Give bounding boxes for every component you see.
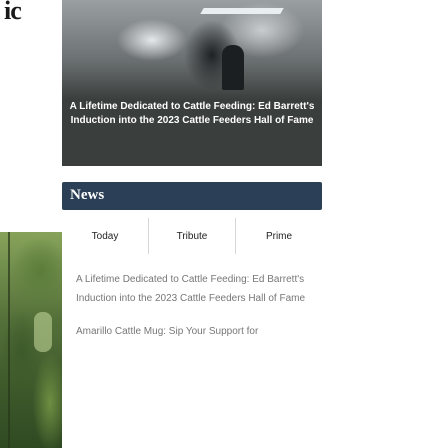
featured-story-caption[interactable]: A Lifetime Dedicated to Cattle Feeding: … (62, 100, 322, 128)
image-detail (200, 8, 284, 14)
site-logo[interactable]: ic (4, 0, 22, 26)
featured-story-image[interactable] (62, 0, 322, 100)
news-section-header: News (62, 182, 322, 210)
tab-today[interactable]: Today (62, 218, 149, 254)
tab-prime[interactable]: Prime (236, 218, 322, 254)
news-section-title: News (70, 187, 105, 203)
sidebar-photo (0, 232, 62, 448)
image-detail (222, 45, 244, 90)
article-link[interactable]: Amarillo Cattle Mug: Sip Your Support fo… (62, 316, 322, 349)
news-article-list: A Lifetime Dedicated to Cattle Feeding: … (62, 262, 322, 349)
left-sidebar: ic (0, 0, 62, 448)
page: ic A Lifetime Dedicated to Cattle Feedin… (0, 0, 448, 448)
tab-tribute[interactable]: Tribute (149, 218, 236, 254)
featured-story-card[interactable]: A Lifetime Dedicated to Cattle Feeding: … (62, 0, 322, 166)
article-link[interactable]: A Lifetime Dedicated to Cattle Feeding: … (62, 262, 322, 316)
news-tabs: Today Tribute Prime (62, 218, 322, 254)
